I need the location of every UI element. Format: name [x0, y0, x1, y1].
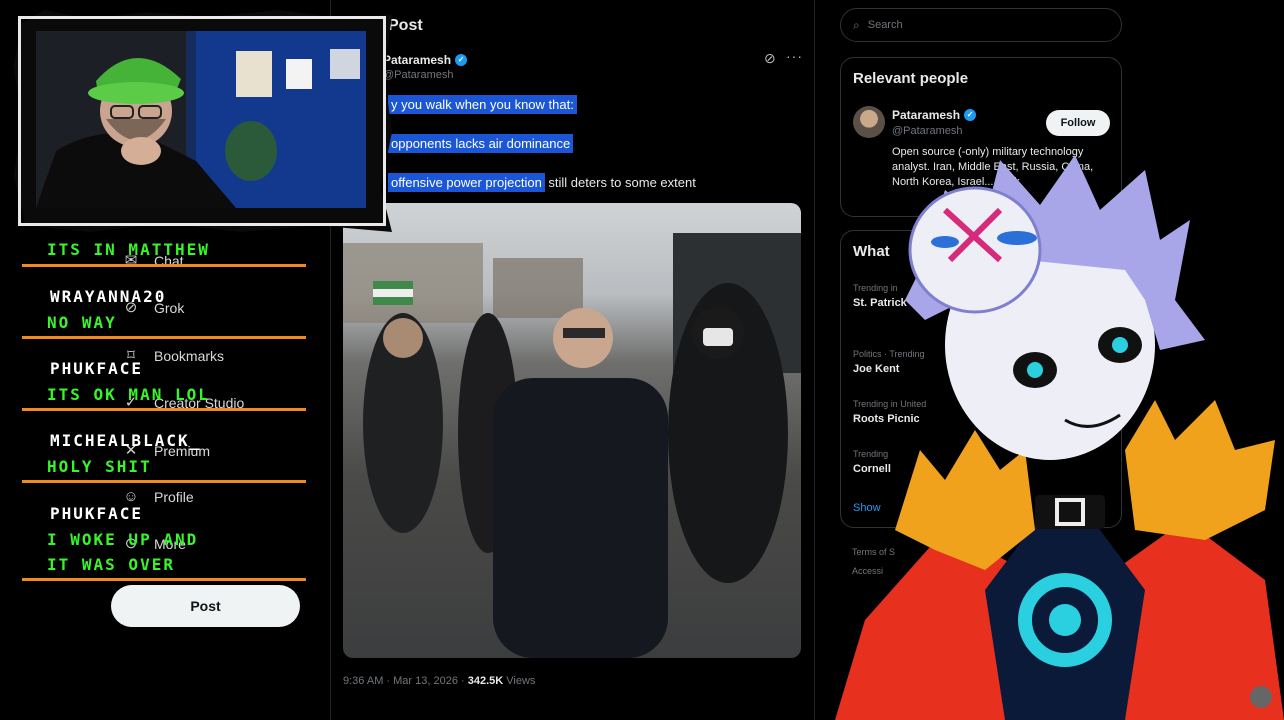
panel-title: Relevant people	[853, 70, 969, 87]
chat-username: WRAYANNA20	[50, 287, 167, 306]
post-timestamp: 9:36 AM · Mar 13, 2026 ·	[343, 675, 468, 687]
vtuber-avatar	[825, 150, 1284, 720]
webcam-image	[36, 31, 366, 208]
chat-message: HOLY SHIT	[47, 457, 152, 476]
post-meta: 9:36 AM · Mar 13, 2026 · 342.5K Views	[343, 675, 535, 687]
follow-button[interactable]: Follow	[1046, 110, 1110, 136]
tweet-line: offensive power projection still deters …	[388, 173, 696, 192]
search-input[interactable]	[867, 19, 1098, 31]
post-detail: Post Pataramesh ✓ @Pataramesh ⊘ ··· y yo…	[330, 0, 815, 720]
search-box[interactable]: ⌕	[840, 8, 1122, 42]
relevant-person-handle[interactable]: @Pataramesh	[892, 125, 962, 137]
chat-divider	[22, 336, 306, 339]
post-button[interactable]: Post	[111, 585, 300, 627]
webcam-feed	[36, 31, 366, 208]
more-options-icon[interactable]: ···	[786, 48, 803, 64]
avatar[interactable]	[853, 106, 885, 138]
verified-badge-icon: ✓	[455, 54, 468, 66]
chat-username: PHUKFACE	[50, 504, 144, 523]
chat-divider	[22, 480, 306, 483]
relevant-person-name[interactable]: Pataramesh ✓	[892, 108, 977, 122]
tweet-line: opponents lacks air dominance	[388, 134, 574, 153]
tweet-text: y you walk when you know that:	[388, 95, 577, 114]
chat-message: IT WAS OVER	[47, 555, 175, 574]
tweet-text: still deters to some extent	[548, 175, 696, 190]
chat-divider	[22, 578, 306, 581]
chat-divider	[22, 264, 306, 267]
chat-message: ITS OK MAN LOL	[47, 385, 210, 404]
author-name-text: Pataramesh	[383, 53, 452, 67]
tweet-text: offensive power projection	[388, 173, 545, 192]
author-handle[interactable]: @Pataramesh	[383, 69, 453, 81]
tweet-text: opponents lacks air dominance	[388, 134, 574, 153]
post-photo[interactable]	[343, 203, 801, 658]
chat-divider	[22, 408, 306, 411]
search-icon: ⌕	[853, 17, 860, 32]
chat-message-partial: ITS IN MATTHEW	[47, 240, 210, 259]
overlay-corner-icon	[1250, 686, 1272, 708]
author-name[interactable]: Pataramesh ✓	[383, 53, 468, 67]
views-label: Views	[503, 675, 536, 687]
chat-username: PHUKFACE	[50, 359, 144, 378]
tweet-line: y you walk when you know that:	[388, 95, 577, 114]
vtuber-character-image	[835, 155, 1284, 720]
chat-message: NO WAY	[47, 313, 117, 332]
chat-message: I WOKE UP AND	[47, 530, 199, 549]
grok-icon[interactable]: ⊘	[764, 50, 776, 67]
street-photo	[343, 233, 801, 658]
chat-username: MICHEALBLACK_	[50, 431, 202, 450]
view-count: 342.5K	[467, 675, 504, 687]
stream-chat: ITS IN MATTHEW WRAYANNA20 NO WAY PHUKFAC…	[22, 238, 312, 588]
relevant-person-name-text: Pataramesh	[892, 108, 961, 122]
verified-badge-icon: ✓	[964, 109, 977, 121]
page-title: Post	[388, 17, 423, 34]
